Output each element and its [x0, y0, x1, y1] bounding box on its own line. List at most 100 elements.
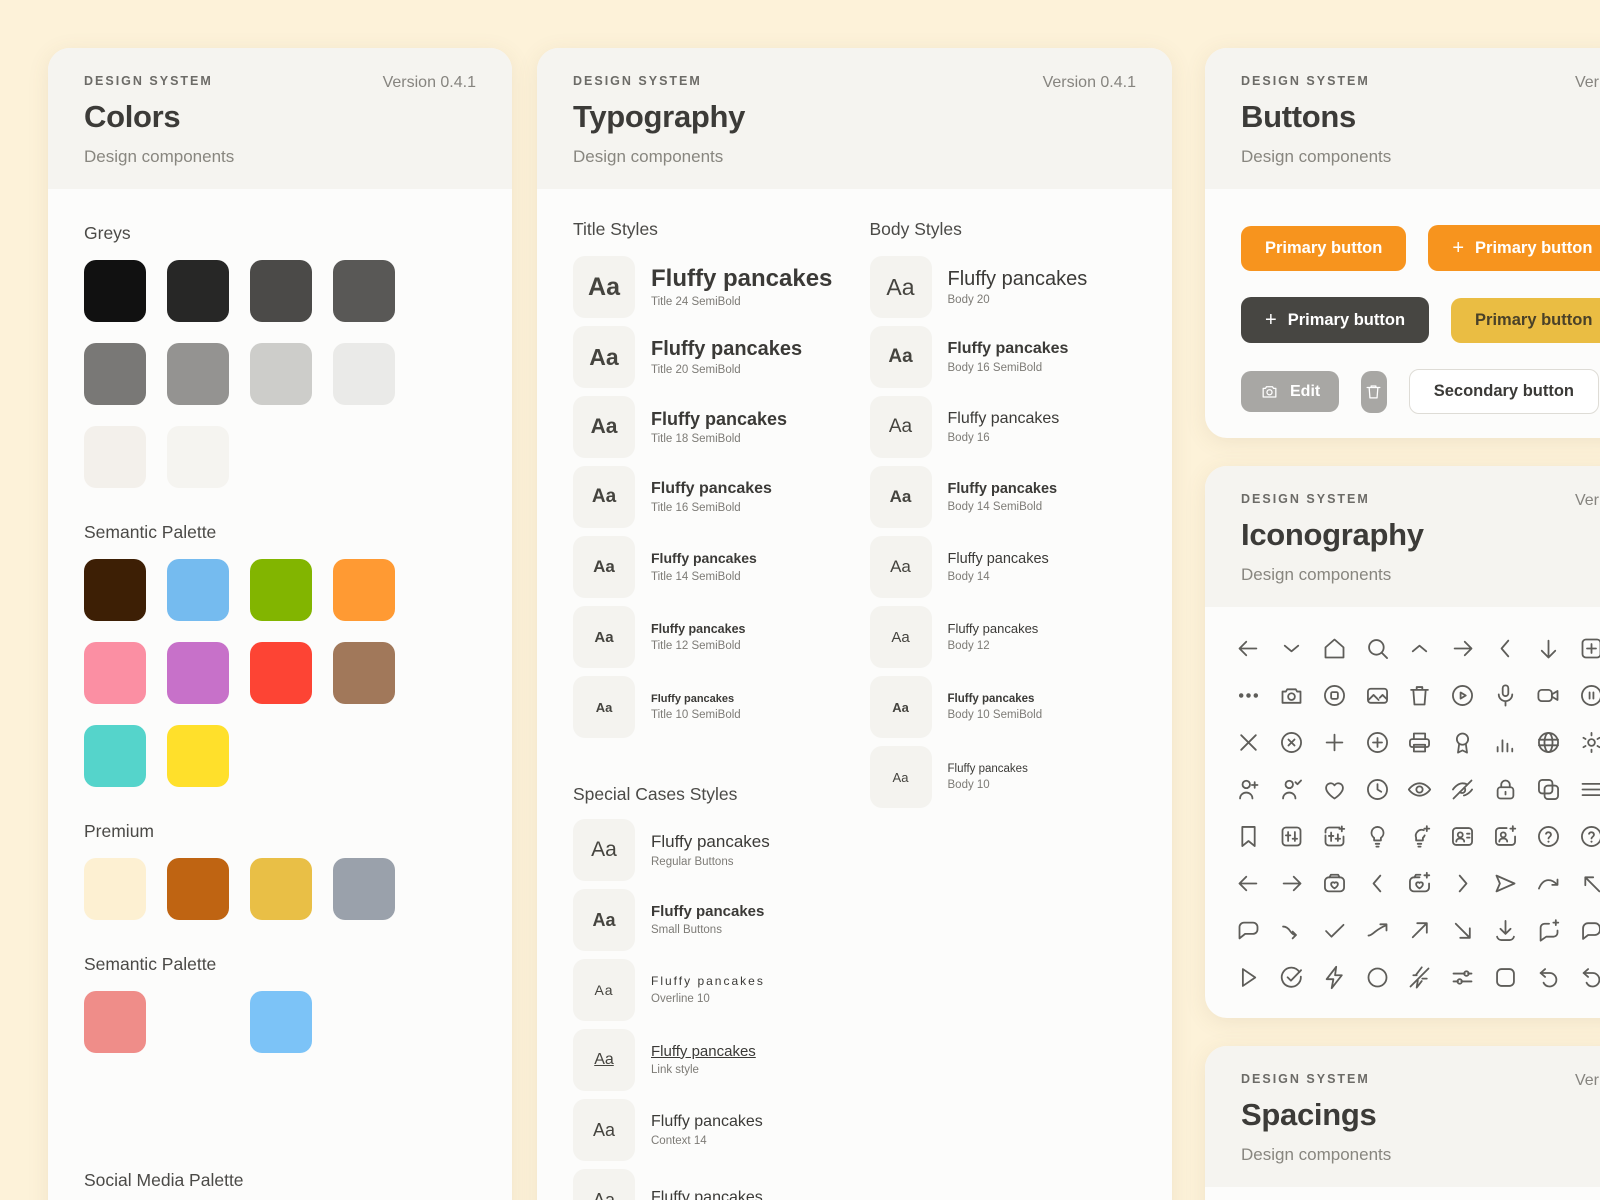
send-icon[interactable] [1492, 870, 1519, 897]
color-swatch[interactable] [250, 559, 312, 621]
chat-icon[interactable] [1235, 917, 1262, 944]
record-circle-icon[interactable] [1321, 682, 1348, 709]
color-swatch[interactable] [167, 426, 229, 488]
ellipsis-icon[interactable] [1235, 682, 1262, 709]
pause-circle-icon[interactable] [1578, 682, 1600, 709]
lock-icon[interactable] [1492, 776, 1519, 803]
flash-icon[interactable] [1321, 964, 1348, 991]
bar-chart-icon[interactable] [1492, 729, 1519, 756]
trending-up-icon[interactable] [1364, 917, 1391, 944]
check-icon[interactable] [1321, 917, 1348, 944]
bulb-icon[interactable] [1364, 823, 1391, 850]
printer-icon[interactable] [1406, 729, 1433, 756]
clock-icon[interactable] [1364, 776, 1391, 803]
chevron-down-icon[interactable] [1278, 635, 1305, 662]
arrow-down-right-icon[interactable] [1449, 917, 1476, 944]
color-swatch[interactable] [167, 260, 229, 322]
arrow-up-left-icon[interactable] [1578, 870, 1600, 897]
eye-icon[interactable] [1406, 776, 1433, 803]
user-check-icon[interactable] [1278, 776, 1305, 803]
search-icon[interactable] [1364, 635, 1391, 662]
plus-circle-icon[interactable] [1364, 729, 1391, 756]
help-circle-icon[interactable] [1535, 823, 1562, 850]
gear-icon[interactable] [1578, 729, 1600, 756]
chevron-up-icon[interactable] [1406, 635, 1433, 662]
sliders-box-icon[interactable] [1278, 823, 1305, 850]
home-icon[interactable] [1321, 635, 1348, 662]
arrow-left-icon[interactable] [1235, 635, 1262, 662]
color-swatch[interactable] [167, 725, 229, 787]
settings-sliders-icon[interactable] [1449, 964, 1476, 991]
primary-button-with-plus[interactable]: + Primary button [1428, 225, 1600, 271]
play-circle-icon[interactable] [1449, 682, 1476, 709]
award-icon[interactable] [1449, 729, 1476, 756]
arrow-turn-down-icon[interactable] [1278, 917, 1305, 944]
color-swatch[interactable] [84, 725, 146, 787]
bulb-add-icon[interactable] [1406, 823, 1433, 850]
eye-off-icon[interactable] [1449, 776, 1476, 803]
arrow-right-alt-icon[interactable] [1278, 870, 1305, 897]
globe-icon[interactable] [1535, 729, 1562, 756]
color-swatch[interactable] [84, 991, 146, 1053]
user-add-icon[interactable] [1235, 776, 1262, 803]
primary-button[interactable]: Primary button [1241, 225, 1407, 271]
chevron-left-icon[interactable] [1492, 635, 1519, 662]
copy-icon[interactable] [1535, 776, 1562, 803]
color-swatch[interactable] [84, 858, 146, 920]
arrow-up-right-icon[interactable] [1406, 917, 1433, 944]
menu-icon[interactable] [1578, 776, 1600, 803]
color-swatch[interactable] [250, 260, 312, 322]
color-swatch[interactable] [167, 559, 229, 621]
color-swatch[interactable] [333, 260, 395, 322]
color-swatch[interactable] [84, 343, 146, 405]
chat-alt-icon[interactable] [1578, 917, 1600, 944]
color-swatch[interactable] [333, 642, 395, 704]
chat-add-icon[interactable] [1535, 917, 1562, 944]
camera-icon[interactable] [1278, 682, 1305, 709]
play-icon[interactable] [1235, 964, 1262, 991]
color-swatch[interactable] [250, 343, 312, 405]
edit-button[interactable]: Edit [1241, 371, 1340, 412]
redo-icon[interactable] [1535, 870, 1562, 897]
close-circle-icon[interactable] [1278, 729, 1305, 756]
color-swatch[interactable] [333, 343, 395, 405]
camera-heart-icon[interactable] [1321, 870, 1348, 897]
color-swatch[interactable] [84, 426, 146, 488]
delete-button[interactable] [1361, 370, 1387, 413]
flash-off-icon[interactable] [1406, 964, 1433, 991]
plus-square-icon[interactable] [1578, 635, 1600, 662]
color-swatch[interactable] [167, 642, 229, 704]
download-icon[interactable] [1492, 917, 1519, 944]
color-swatch[interactable] [333, 559, 395, 621]
color-swatch[interactable] [250, 858, 312, 920]
chevron-right-icon[interactable] [1449, 870, 1476, 897]
help-circle-alt-icon[interactable] [1578, 823, 1600, 850]
microphone-icon[interactable] [1492, 682, 1519, 709]
square-icon[interactable] [1492, 964, 1519, 991]
color-swatch[interactable] [250, 991, 312, 1053]
arrow-left-alt-icon[interactable] [1235, 870, 1262, 897]
close-icon[interactable] [1235, 729, 1262, 756]
secondary-button[interactable]: Secondary button [1408, 369, 1599, 414]
sliders-box-add-icon[interactable] [1321, 823, 1348, 850]
arrow-down-icon[interactable] [1535, 635, 1562, 662]
contact-card-add-icon[interactable] [1492, 823, 1519, 850]
color-swatch[interactable] [167, 858, 229, 920]
bookmark-icon[interactable] [1235, 823, 1262, 850]
circle-icon[interactable] [1364, 964, 1391, 991]
color-swatch[interactable] [84, 559, 146, 621]
image-icon[interactable] [1364, 682, 1391, 709]
color-swatch[interactable] [167, 343, 229, 405]
color-swatch[interactable] [333, 858, 395, 920]
contact-card-icon[interactable] [1449, 823, 1476, 850]
video-camera-icon[interactable] [1535, 682, 1562, 709]
plus-icon[interactable] [1321, 729, 1348, 756]
gold-primary-button[interactable]: Primary button [1451, 297, 1600, 343]
chevron-left-alt-icon[interactable] [1364, 870, 1391, 897]
trash-icon[interactable] [1406, 682, 1433, 709]
color-swatch[interactable] [250, 642, 312, 704]
undo-icon[interactable] [1535, 964, 1562, 991]
heart-icon[interactable] [1321, 776, 1348, 803]
camera-heart-add-icon[interactable] [1406, 870, 1433, 897]
dark-primary-button[interactable]: + Primary button [1241, 297, 1430, 343]
